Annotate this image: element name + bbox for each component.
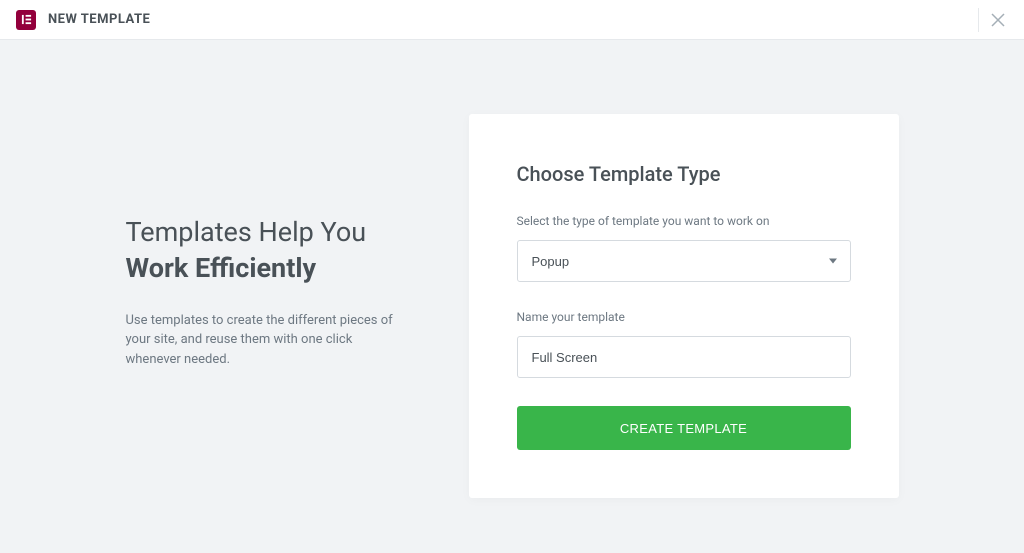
- intro-panel: Templates Help You Work Efficiently Use …: [126, 114, 469, 498]
- modal-header: NEW TEMPLATE: [0, 0, 1024, 40]
- template-type-select[interactable]: Popup: [517, 240, 851, 282]
- create-template-button[interactable]: CREATE TEMPLATE: [517, 406, 851, 450]
- modal-content: Templates Help You Work Efficiently Use …: [0, 40, 1024, 498]
- template-form-card: Choose Template Type Select the type of …: [469, 114, 899, 498]
- headline-line-1: Templates Help You: [126, 214, 449, 250]
- form-title: Choose Template Type: [517, 162, 851, 186]
- intro-description: Use templates to create the different pi…: [126, 311, 406, 370]
- template-type-label: Select the type of template you want to …: [517, 214, 851, 228]
- template-type-select-wrapper: Popup: [517, 240, 851, 282]
- close-button[interactable]: [988, 10, 1008, 30]
- modal-title: NEW TEMPLATE: [48, 12, 150, 27]
- headline-line-2: Work Efficiently: [126, 250, 449, 286]
- close-icon: [991, 13, 1005, 27]
- template-name-input[interactable]: [517, 336, 851, 378]
- elementor-logo: [16, 10, 36, 30]
- template-name-label: Name your template: [517, 310, 851, 324]
